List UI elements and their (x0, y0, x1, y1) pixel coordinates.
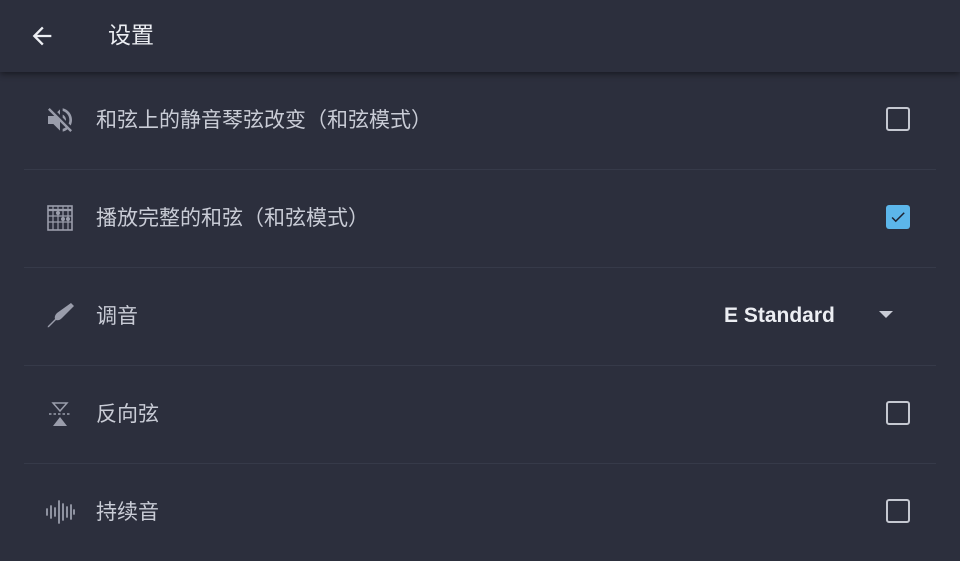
setting-label: 持续音 (96, 500, 159, 524)
caret-down-icon (879, 311, 893, 318)
flip-vertical-icon (44, 398, 76, 430)
waveform-icon (44, 496, 76, 528)
tuning-fork-icon (44, 300, 76, 332)
volume-off-icon (44, 104, 76, 136)
chord-grid-icon (44, 202, 76, 234)
setting-row-reverse-strings[interactable]: 反向弦 (24, 366, 936, 464)
back-button[interactable] (22, 18, 62, 54)
setting-row-full-chord[interactable]: 播放完整的和弦（和弦模式） (24, 170, 936, 268)
tuning-dropdown[interactable]: E Standard (714, 298, 914, 334)
setting-label: 调音 (96, 304, 138, 328)
check-icon (891, 212, 905, 223)
settings-list: 和弦上的静音琴弦改变（和弦模式） 播放完整的和弦（和弦模式） 调音 E Stan… (24, 72, 936, 561)
mute-strings-checkbox[interactable] (886, 107, 910, 131)
setting-label: 播放完整的和弦（和弦模式） (96, 206, 369, 230)
reverse-strings-checkbox[interactable] (886, 401, 910, 425)
setting-row-mute-strings[interactable]: 和弦上的静音琴弦改变（和弦模式） (24, 72, 936, 170)
arrow-left-icon (32, 26, 52, 46)
setting-label: 和弦上的静音琴弦改变（和弦模式） (96, 108, 432, 132)
setting-label: 反向弦 (96, 402, 159, 426)
setting-row-sustain[interactable]: 持续音 (24, 464, 936, 561)
setting-row-tuning[interactable]: 调音 E Standard (24, 268, 936, 366)
tuning-dropdown-value: E Standard (724, 304, 835, 327)
sustain-checkbox[interactable] (886, 499, 910, 523)
app-bar: 设置 (0, 0, 960, 72)
page-title: 设置 (108, 23, 154, 49)
full-chord-checkbox[interactable] (886, 205, 910, 229)
